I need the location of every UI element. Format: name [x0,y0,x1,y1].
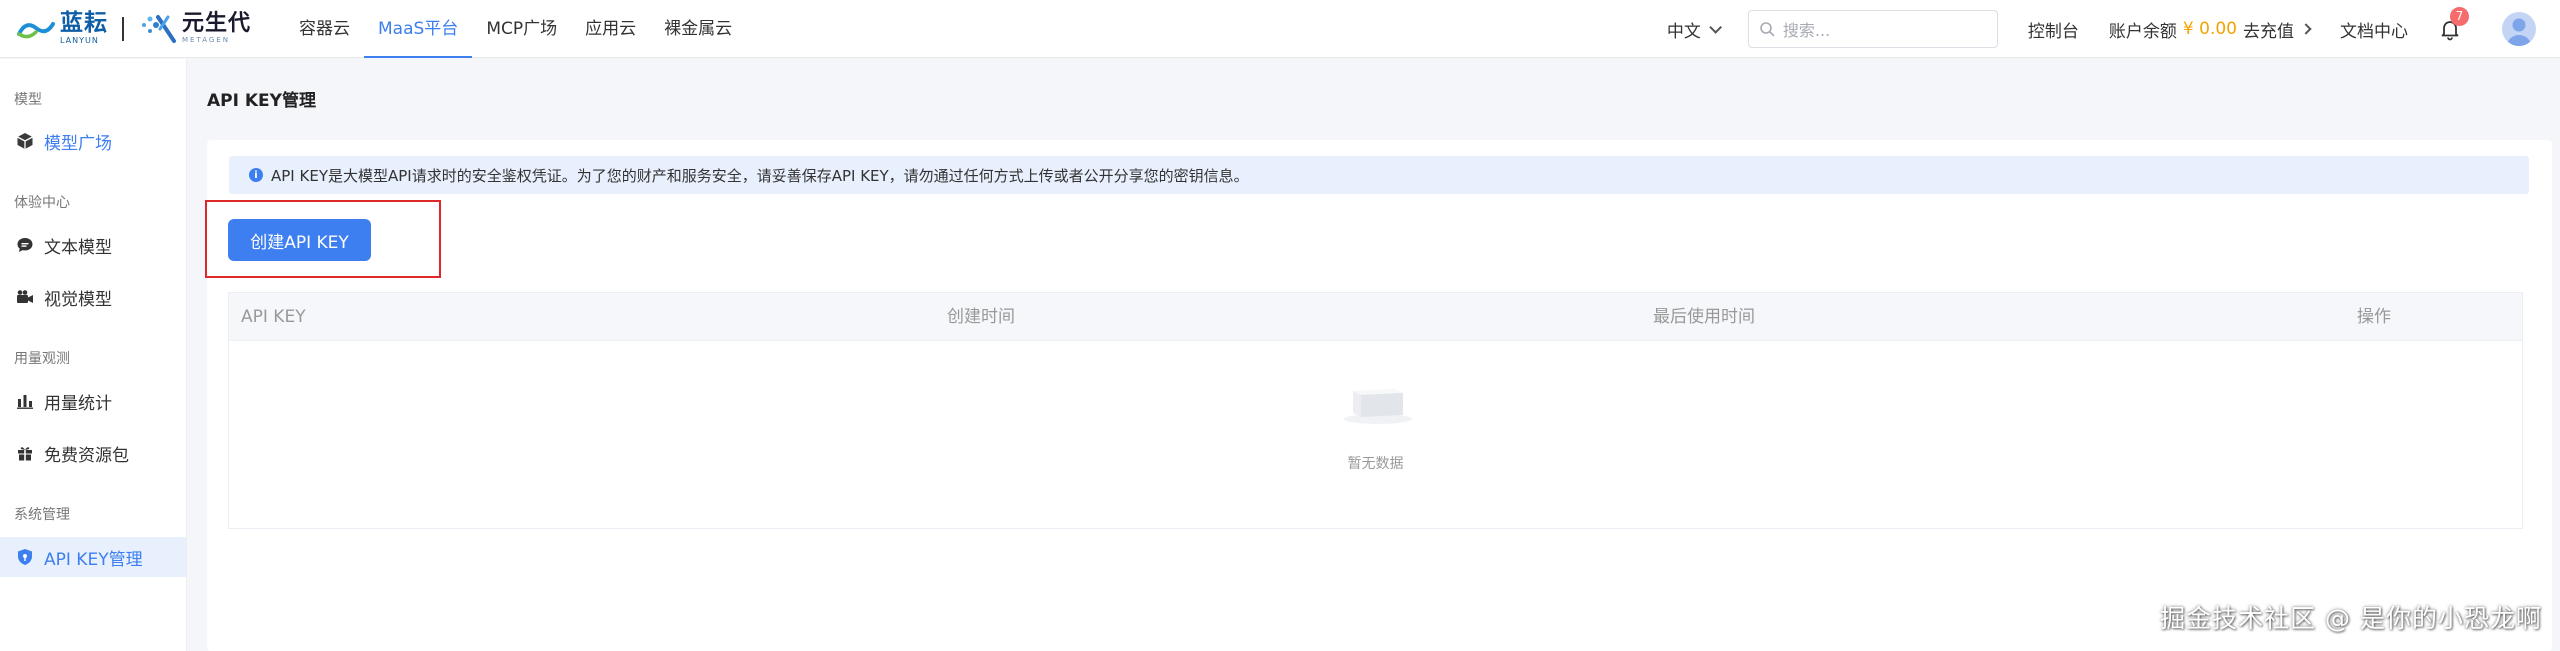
sidebar-item-label: 视觉模型 [44,289,112,310]
yuanshengdai-logo-subtext: METAGEN [182,36,230,44]
search-icon [1760,22,1775,37]
table-empty-state: 暂无数据 [229,341,2522,528]
search-input[interactable]: 搜索... [1747,10,1998,48]
nav-bare-metal-cloud[interactable]: 裸金属云 [650,0,746,58]
sidebar-item-label: 模型广场 [44,133,112,154]
column-header-created-time: 创建时间 [947,307,1015,327]
column-header-last-used-time: 最后使用时间 [1653,307,1755,327]
account-balance: 账户余额 ¥ 0.00 去充值 [2108,17,2312,42]
lanyun-logo-subtext: LANYUN [60,36,99,45]
chat-icon [16,236,34,254]
notification-badge: 7 [2450,7,2469,26]
nav-maas-platform[interactable]: MaaS平台 [364,0,473,58]
sidebar-group-system: 系统管理 [14,507,70,523]
camera-icon [16,288,34,306]
search-placeholder: 搜索... [1782,21,1831,40]
yuanshengdai-logo-icon [142,14,176,43]
sidebar-group-model: 模型 [14,92,42,108]
sidebar-item-label: 免费资源包 [44,445,129,466]
chevron-down-icon [1709,20,1722,34]
empty-text: 暂无数据 [1347,456,1404,472]
user-avatar-icon [2507,18,2531,46]
yuanshengdai-logo-text: 元生代 [182,11,252,36]
docs-link[interactable]: 文档中心 [2340,17,2408,42]
language-selector[interactable]: 中文 [1666,17,1722,42]
lanyun-logo-icon [17,21,55,38]
recharge-label: 去充值 [2243,21,2294,42]
bar-chart-icon [16,392,34,410]
yuanshengdai-logo: 元生代 METAGEN [138,11,251,47]
api-key-table: API KEY 创建时间 最后使用时间 操作 暂无数据 [228,292,2523,529]
lanyun-logo: 蓝耘 LANYUN [16,12,108,45]
watermark: 掘金技术社区 @ 是你的小恐龙啊 [2160,604,2542,633]
header-right: 中文 搜索... 控制台 账户余额 ¥ 0.00 去充值 文档中心 7 [1667,0,2560,58]
sidebar-item-usage-stats[interactable]: 用量统计 [0,381,186,421]
table-header: API KEY 创建时间 最后使用时间 操作 [229,293,2522,341]
info-alert: i API KEY是大模型API请求时的安全鉴权凭证。为了您的财产和服务安全，请… [229,156,2529,194]
lanyun-logo-text: 蓝耘 [60,10,108,36]
alert-text: API KEY是大模型API请求时的安全鉴权凭证。为了您的财产和服务安全，请妥善… [271,166,1249,185]
console-link[interactable]: 控制台 [2028,17,2079,42]
page-title: API KEY管理 [207,91,316,111]
sidebar-item-model-square[interactable]: 模型广场 [0,121,186,161]
empty-box-icon [1344,389,1412,424]
top-header: 蓝耘 LANYUN 元生代 METAGEN 容器云 MaaS平台 MCP广场 应… [0,0,2560,58]
cube-icon [16,132,34,150]
notification-button[interactable]: 7 [2438,7,2469,41]
sidebar-item-free-package[interactable]: 免费资源包 [0,433,186,473]
nav-mcp-square[interactable]: MCP广场 [472,0,571,58]
language-label: 中文 [1666,21,1701,42]
sidebar-item-label: 用量统计 [44,393,112,414]
sidebar: 模型 模型广场 体验中心 文本模型 视觉模型 用量观测 用量统计 免费资源包 系… [0,59,187,651]
logo-divider [122,16,124,41]
sidebar-group-usage: 用量观测 [14,351,70,367]
sidebar-group-experience: 体验中心 [14,195,70,211]
top-nav: 容器云 MaaS平台 MCP广场 应用云 裸金属云 [285,0,746,58]
balance-label: 账户余额 [2108,21,2177,42]
column-header-actions: 操作 [2357,307,2391,327]
info-icon: i [249,168,263,182]
sidebar-item-label: API KEY管理 [44,549,143,570]
balance-amount: ¥ 0.00 [2182,19,2237,39]
sidebar-item-api-key[interactable]: API KEY管理 [0,537,186,577]
create-api-key-button[interactable]: 创建API KEY [228,219,371,261]
gift-icon [16,444,34,462]
recharge-link[interactable]: 去充值 [2243,17,2312,42]
sidebar-item-vision-model[interactable]: 视觉模型 [0,277,186,317]
nav-container-cloud[interactable]: 容器云 [285,0,364,58]
nav-app-cloud[interactable]: 应用云 [571,0,650,58]
chevron-right-icon [2300,23,2312,35]
sidebar-item-label: 文本模型 [44,237,112,258]
logo-area[interactable]: 蓝耘 LANYUN 元生代 METAGEN [16,0,251,58]
column-header-api-key: API KEY [241,307,306,327]
shield-icon [16,548,34,566]
sidebar-item-text-model[interactable]: 文本模型 [0,225,186,265]
avatar[interactable] [2502,12,2536,46]
